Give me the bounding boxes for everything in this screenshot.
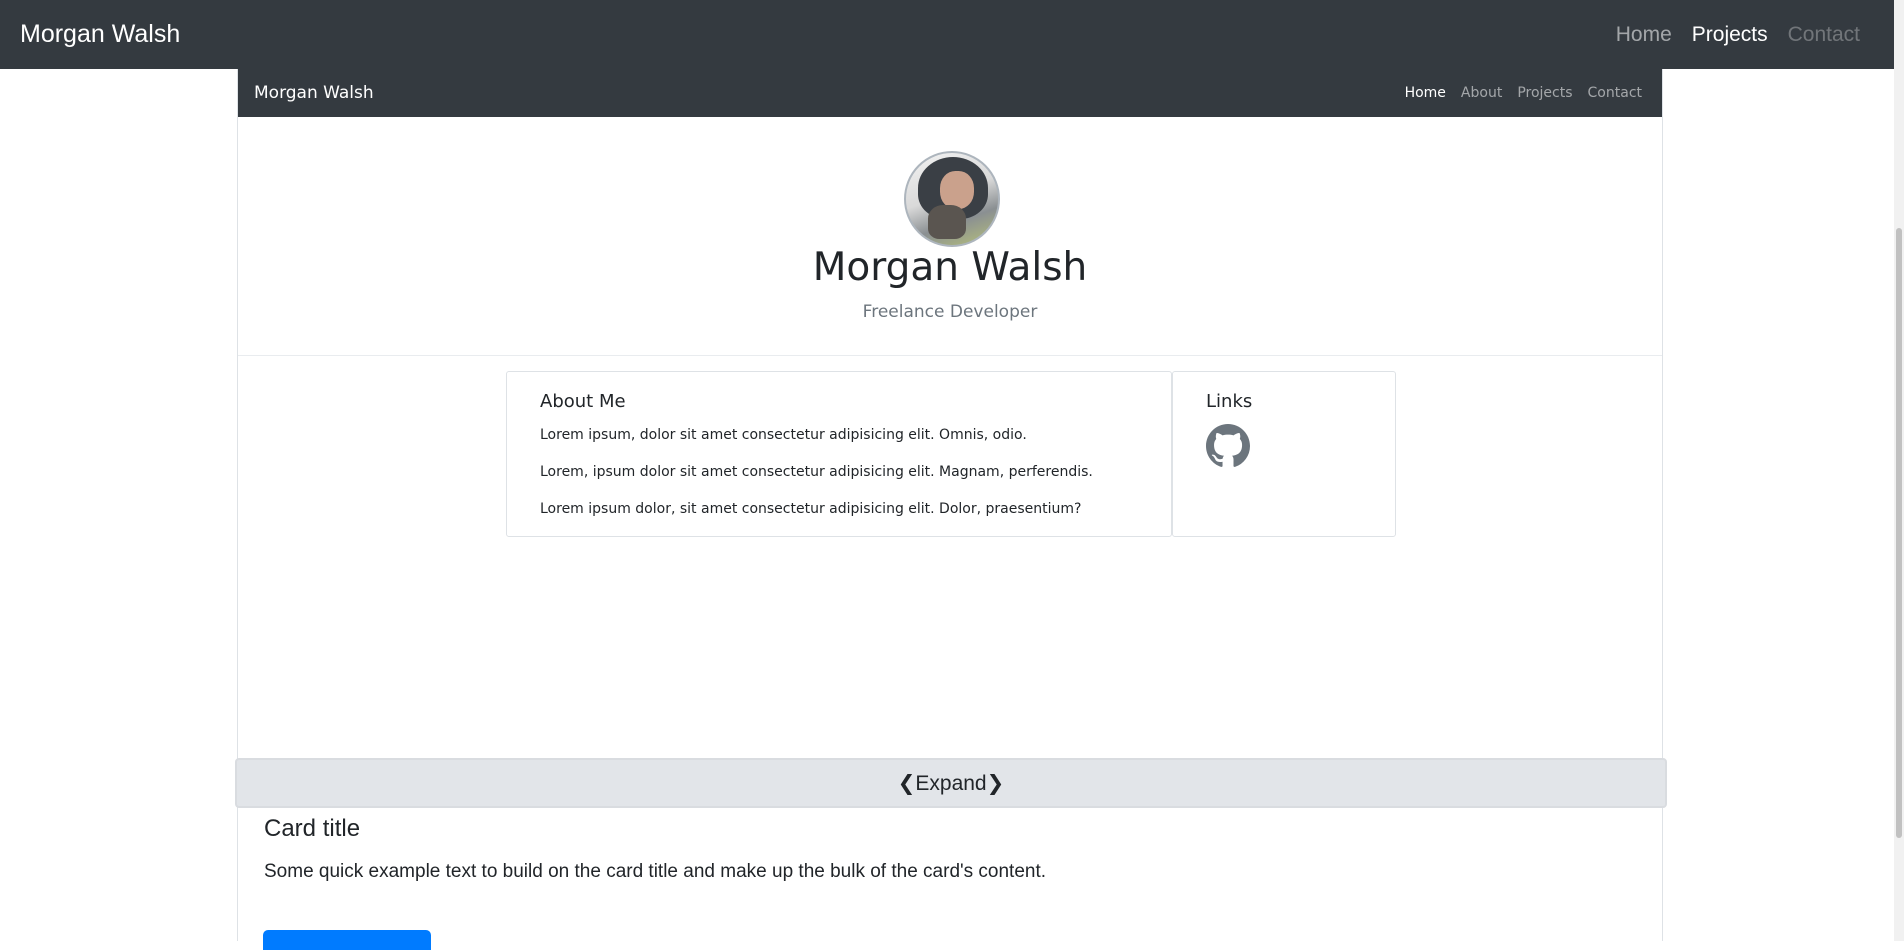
- preview-nav: Home About Projects Contact: [1405, 69, 1642, 117]
- preview-brand-link[interactable]: Morgan Walsh: [254, 69, 374, 117]
- hero-role: Freelance Developer: [862, 302, 1038, 322]
- about-paragraph: Lorem ipsum dolor, sit amet consectetur …: [540, 501, 1082, 517]
- card-text: Some quick example text to build on the …: [264, 861, 1047, 882]
- expand-button[interactable]: ❮Expand❯: [235, 758, 1667, 808]
- links-card: Links: [1172, 371, 1396, 537]
- about-title: About Me: [540, 391, 626, 412]
- card-title: Card title: [264, 815, 361, 842]
- project-preview-frame: Morgan Walsh Home About Projects Contact…: [235, 69, 1667, 941]
- about-paragraph: Lorem ipsum, dolor sit amet consectetur …: [540, 427, 1027, 443]
- hero-name: Morgan Walsh: [812, 245, 1088, 290]
- about-paragraph: Lorem, ipsum dolor sit amet consectetur …: [540, 464, 1093, 480]
- preview-hero: Morgan Walsh Freelance Developer: [238, 117, 1662, 356]
- preview-nav-about[interactable]: About: [1461, 85, 1502, 101]
- github-icon[interactable]: [1206, 424, 1250, 468]
- page-scrollbar[interactable]: [1894, 0, 1904, 941]
- card-primary-button[interactable]: [263, 930, 431, 950]
- nav-home-link[interactable]: Home: [1616, 23, 1672, 47]
- preview-nav-projects[interactable]: Projects: [1517, 85, 1572, 101]
- scrollbar-thumb[interactable]: [1896, 228, 1902, 838]
- avatar: [904, 151, 1000, 247]
- preview-navbar: Morgan Walsh Home About Projects Contact: [238, 69, 1662, 117]
- about-card: About Me Lorem ipsum, dolor sit amet con…: [506, 371, 1172, 537]
- top-navbar: Morgan Walsh Home Projects Contact: [0, 0, 1904, 69]
- top-nav: Home Projects Contact: [1616, 0, 1860, 69]
- preview-nav-contact[interactable]: Contact: [1588, 85, 1642, 101]
- nav-contact-link[interactable]: Contact: [1788, 23, 1860, 47]
- nav-projects-link[interactable]: Projects: [1692, 23, 1768, 47]
- links-title: Links: [1206, 391, 1253, 412]
- preview-nav-home[interactable]: Home: [1405, 85, 1446, 101]
- brand-link[interactable]: Morgan Walsh: [20, 0, 180, 69]
